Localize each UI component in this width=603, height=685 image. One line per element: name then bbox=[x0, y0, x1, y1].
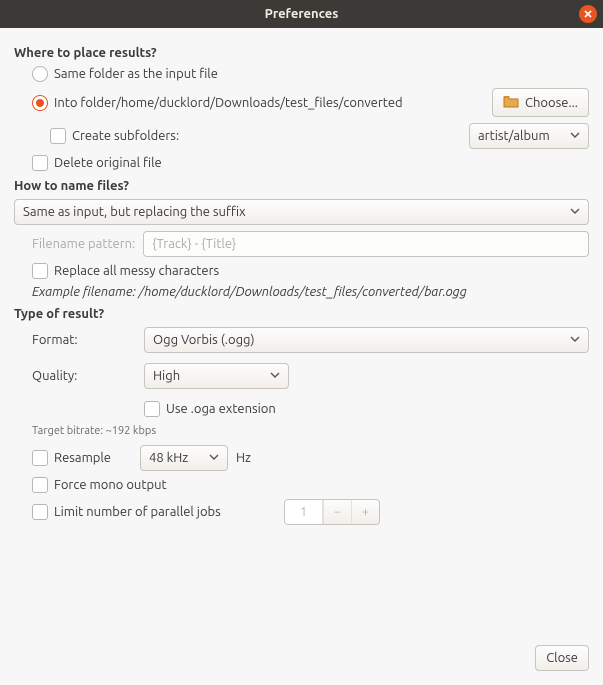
chevron-down-icon bbox=[570, 333, 580, 347]
plus-icon[interactable]: + bbox=[351, 500, 379, 524]
resample-unit: Hz bbox=[236, 451, 251, 465]
filename-pattern-label: Filename pattern: bbox=[32, 237, 135, 251]
limit-jobs-value[interactable]: 1 bbox=[285, 500, 323, 524]
radio-same-folder-label: Same folder as the input file bbox=[54, 67, 218, 81]
subfolder-pattern-value: artist/album bbox=[478, 129, 550, 143]
radio-same-folder[interactable] bbox=[32, 66, 48, 82]
chevron-down-icon bbox=[270, 369, 280, 383]
example-value: /home/ducklord/Downloads/test_files/conv… bbox=[139, 285, 467, 299]
subfolder-pattern-dropdown[interactable]: artist/album bbox=[469, 123, 589, 149]
close-button-label: Close bbox=[546, 651, 578, 665]
resample-dropdown[interactable]: 48 kHz bbox=[140, 445, 228, 471]
naming-scheme-dropdown[interactable]: Same as input, but replacing the suffix bbox=[14, 199, 589, 225]
checkbox-use-oga[interactable] bbox=[144, 401, 160, 417]
use-oga-label: Use .oga extension bbox=[166, 402, 276, 416]
content: Where to place results? Same folder as t… bbox=[0, 28, 603, 545]
close-icon[interactable] bbox=[579, 5, 597, 23]
limit-jobs-spinbox[interactable]: 1 − + bbox=[284, 499, 380, 525]
use-oga-row[interactable]: Use .oga extension bbox=[144, 401, 589, 417]
format-value: Ogg Vorbis (.ogg) bbox=[153, 333, 255, 347]
resample-label: Resample bbox=[54, 451, 140, 465]
checkbox-create-subfolders[interactable] bbox=[50, 128, 66, 144]
resample-value: 48 kHz bbox=[149, 451, 188, 465]
example-label: Example filename: bbox=[32, 285, 139, 299]
choose-folder-button[interactable]: Choose... bbox=[492, 88, 589, 117]
limit-jobs-label: Limit number of parallel jobs bbox=[54, 505, 284, 519]
choose-folder-label: Choose... bbox=[525, 96, 578, 110]
checkbox-replace-messy[interactable] bbox=[32, 263, 48, 279]
radio-into-folder-row[interactable]: Into folder /home/ducklord/Downloads/tes… bbox=[32, 95, 403, 111]
section-place-title: Where to place results? bbox=[14, 46, 589, 60]
radio-into-folder[interactable] bbox=[32, 95, 48, 111]
checkbox-delete-original[interactable] bbox=[32, 155, 48, 171]
filename-pattern-placeholder: {Track} - {Title} bbox=[152, 237, 236, 251]
quality-dropdown[interactable]: High bbox=[144, 363, 289, 389]
into-folder-path: /home/ducklord/Downloads/test_files/conv… bbox=[116, 96, 403, 110]
radio-same-folder-row[interactable]: Same folder as the input file bbox=[32, 66, 589, 82]
checkbox-force-mono[interactable] bbox=[32, 477, 48, 493]
example-filename: Example filename: /home/ducklord/Downloa… bbox=[32, 285, 589, 299]
chevron-down-icon bbox=[570, 205, 580, 219]
chevron-down-icon bbox=[209, 451, 219, 465]
delete-original-row[interactable]: Delete original file bbox=[32, 155, 589, 171]
chevron-down-icon bbox=[570, 129, 580, 143]
checkbox-limit-jobs[interactable] bbox=[32, 504, 48, 520]
titlebar: Preferences bbox=[0, 0, 603, 28]
checkbox-resample[interactable] bbox=[32, 450, 48, 466]
replace-messy-row[interactable]: Replace all messy characters bbox=[32, 263, 589, 279]
quality-value: High bbox=[153, 369, 180, 383]
filename-pattern-input: {Track} - {Title} bbox=[143, 231, 589, 257]
minus-icon[interactable]: − bbox=[323, 500, 351, 524]
target-bitrate: Target bitrate: ~192 kbps bbox=[32, 425, 589, 437]
naming-scheme-value: Same as input, but replacing the suffix bbox=[23, 205, 246, 219]
quality-label: Quality: bbox=[32, 369, 132, 383]
into-folder-prefix: Into folder bbox=[54, 96, 116, 110]
create-subfolders-label: Create subfolders: bbox=[72, 129, 179, 143]
replace-messy-label: Replace all messy characters bbox=[54, 264, 219, 278]
close-button[interactable]: Close bbox=[535, 645, 589, 671]
format-dropdown[interactable]: Ogg Vorbis (.ogg) bbox=[144, 327, 589, 353]
section-result-title: Type of result? bbox=[14, 307, 589, 321]
folder-icon bbox=[503, 94, 519, 111]
format-label: Format: bbox=[32, 333, 132, 347]
window-title: Preferences bbox=[265, 7, 339, 21]
force-mono-row[interactable]: Force mono output bbox=[32, 477, 589, 493]
delete-original-label: Delete original file bbox=[54, 156, 162, 170]
force-mono-label: Force mono output bbox=[54, 478, 167, 492]
create-subfolders-row[interactable]: Create subfolders: bbox=[50, 128, 179, 144]
section-naming-title: How to name files? bbox=[14, 179, 589, 193]
